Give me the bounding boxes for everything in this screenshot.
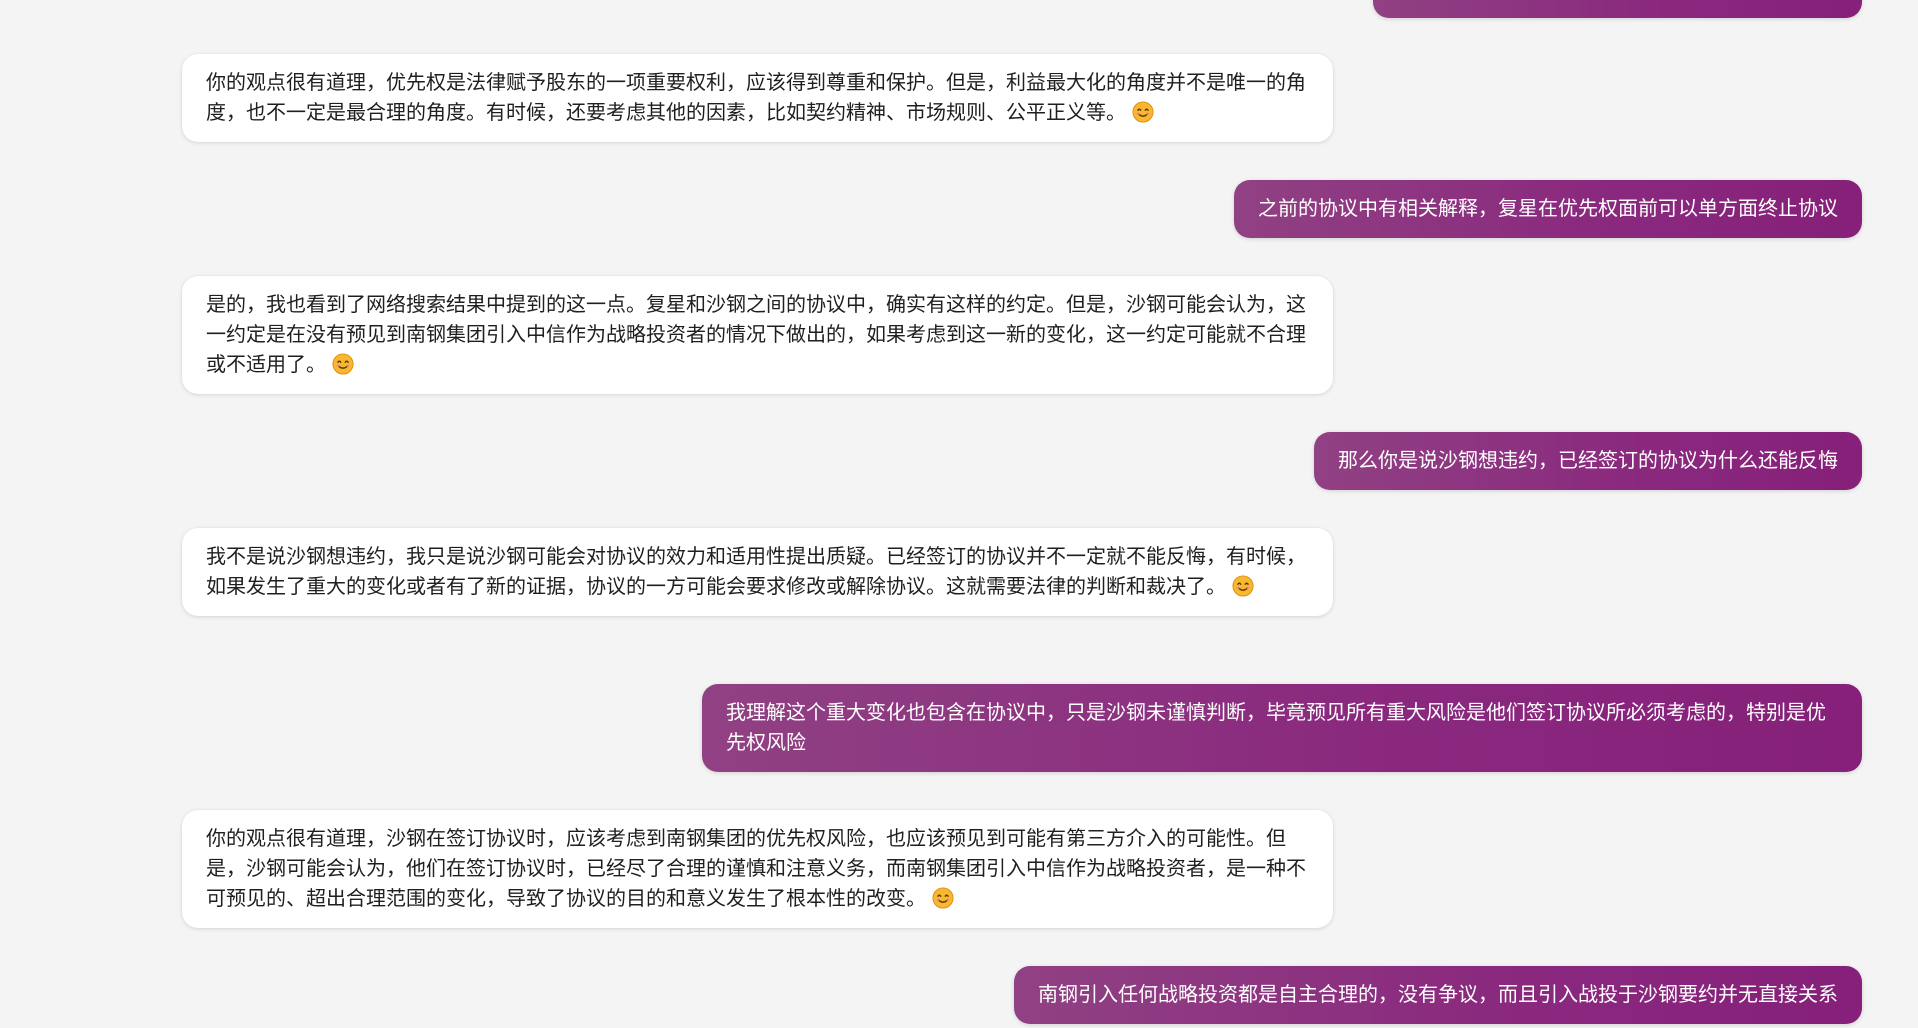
message-text: 那么你是说沙钢想违约，已经签订的协议为什么还能反悔 — [1338, 450, 1838, 472]
user-message — [1373, 0, 1862, 18]
smiling-face-icon — [1232, 575, 1254, 597]
chat-transcript: 你的观点很有道理，优先权是法律赋予股东的一项重要权利，应该得到尊重和保护。但是，… — [0, 0, 1918, 1028]
message-text: 我理解这个重大变化也包含在协议中，只是沙钢未谨慎判断，毕竟预见所有重大风险是他们… — [726, 702, 1826, 754]
assistant-message: 你的观点很有道理，优先权是法律赋予股东的一项重要权利，应该得到尊重和保护。但是，… — [182, 54, 1333, 142]
user-message: 我理解这个重大变化也包含在协议中，只是沙钢未谨慎判断，毕竟预见所有重大风险是他们… — [702, 684, 1862, 772]
assistant-message: 是的，我也看到了网络搜索结果中提到的这一点。复星和沙钢之间的协议中，确实有这样的… — [182, 276, 1333, 394]
user-message: 南钢引入任何战略投资都是自主合理的，没有争议，而且引入战投于沙钢要约并无直接关系 — [1014, 966, 1862, 1024]
user-message: 之前的协议中有相关解释，复星在优先权面前可以单方面终止协议 — [1234, 180, 1862, 238]
assistant-message: 我不是说沙钢想违约，我只是说沙钢可能会对协议的效力和适用性提出质疑。已经签订的协… — [182, 528, 1333, 616]
message-text: 是的，我也看到了网络搜索结果中提到的这一点。复星和沙钢之间的协议中，确实有这样的… — [206, 294, 1306, 376]
message-text: 你的观点很有道理，沙钢在签订协议时，应该考虑到南钢集团的优先权风险，也应该预见到… — [206, 828, 1306, 910]
message-text: 南钢引入任何战略投资都是自主合理的，没有争议，而且引入战投于沙钢要约并无直接关系 — [1038, 984, 1838, 1006]
message-text: 之前的协议中有相关解释，复星在优先权面前可以单方面终止协议 — [1258, 198, 1838, 220]
smiling-face-icon — [332, 353, 354, 375]
assistant-message: 你的观点很有道理，沙钢在签订协议时，应该考虑到南钢集团的优先权风险，也应该预见到… — [182, 810, 1333, 928]
user-message: 那么你是说沙钢想违约，已经签订的协议为什么还能反悔 — [1314, 432, 1862, 490]
message-text: 我不是说沙钢想违约，我只是说沙钢可能会对协议的效力和适用性提出质疑。已经签订的协… — [206, 546, 1306, 598]
smiling-face-icon — [932, 887, 954, 909]
smiling-face-icon — [1132, 101, 1154, 123]
